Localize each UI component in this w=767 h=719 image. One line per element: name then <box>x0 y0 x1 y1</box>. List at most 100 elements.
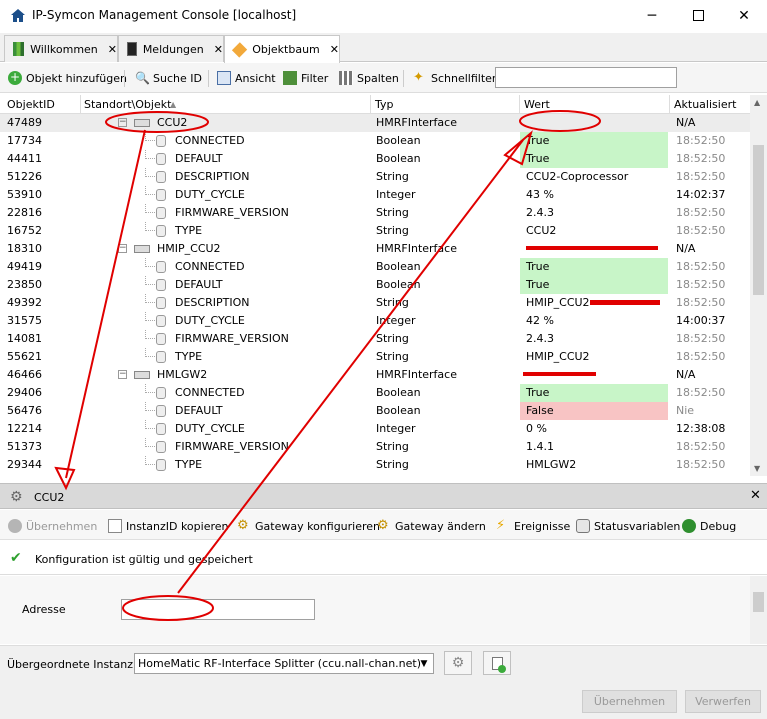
add-object-button[interactable]: + Objekt hinzufügen <box>8 69 127 87</box>
table-row[interactable]: 14081 FIRMWARE_VERSION String 2.4.3 18:52:50 <box>0 330 750 348</box>
variable-icon <box>156 279 166 291</box>
object-id: 44411 <box>7 152 42 165</box>
config-scrollbar[interactable] <box>750 576 767 644</box>
object-value: True <box>526 278 550 291</box>
apply-button[interactable]: Übernehmen <box>582 690 677 713</box>
columns-button[interactable]: Spalten <box>339 69 399 87</box>
table-row[interactable]: 56476 DEFAULT Boolean False Nie <box>0 402 750 420</box>
object-name: DEFAULT <box>175 152 223 165</box>
expand-toggle-icon[interactable]: − <box>118 370 127 379</box>
scroll-thumb[interactable] <box>753 145 764 295</box>
object-type: String <box>376 332 409 345</box>
tab-objektbaum[interactable]: Objektbaum ✕ <box>224 35 340 63</box>
close-tab-icon[interactable]: ✕ <box>108 43 117 56</box>
object-id: 49419 <box>7 260 42 273</box>
column-header-type[interactable]: Typ <box>375 98 394 111</box>
object-updated: 18:52:50 <box>676 260 726 273</box>
close-panel-icon[interactable]: ✕ <box>750 488 761 503</box>
object-name: FIRMWARE_VERSION <box>175 332 289 345</box>
column-header-value[interactable]: Wert <box>524 98 550 111</box>
maximize-button[interactable] <box>675 0 721 31</box>
object-id: 31575 <box>7 314 42 327</box>
events-button[interactable]: ⚡ Ereignisse <box>496 518 570 534</box>
table-row[interactable]: 44411 DEFAULT Boolean True 18:52:50 <box>0 150 750 168</box>
parent-instance-label: Übergeordnete Instanz: <box>7 658 137 671</box>
object-name: DEFAULT <box>175 278 223 291</box>
table-row[interactable]: 31575 DUTY_CYCLE Integer 42 % 14:00:37 <box>0 312 750 330</box>
grid-scrollbar[interactable]: ▲ ▼ <box>750 95 767 476</box>
table-row[interactable]: 16752 TYPE String CCU2 18:52:50 <box>0 222 750 240</box>
scroll-thumb[interactable] <box>753 592 764 612</box>
object-type: String <box>376 350 409 363</box>
configure-parent-button[interactable]: ⚙ <box>444 651 472 675</box>
copy-icon <box>108 519 122 533</box>
table-row[interactable]: 29344 TYPE String HMLGW2 18:52:50 <box>0 456 750 474</box>
object-type: HMRFInterface <box>376 242 457 255</box>
table-row[interactable]: 51226 DESCRIPTION String CCU2-Coprocessor 18… <box>0 168 750 186</box>
column-header-id[interactable]: ObjektID <box>7 98 55 111</box>
minimize-button[interactable]: ─ <box>629 0 675 31</box>
expand-toggle-icon[interactable]: − <box>118 244 127 253</box>
discard-button[interactable]: Verwerfen <box>685 690 761 713</box>
object-type: Boolean <box>376 134 421 147</box>
object-value: 42 % <box>526 314 554 327</box>
address-input[interactable] <box>121 599 315 620</box>
apply-action-button[interactable]: Übernehmen <box>8 518 97 534</box>
table-row[interactable]: 51373 FIRMWARE_VERSION String 1.4.1 18:52:50 <box>0 438 750 456</box>
table-row[interactable]: − 47489 CCU2 HMRFInterface N/A <box>0 114 750 132</box>
tree-connector <box>145 438 155 447</box>
variable-icon <box>156 351 166 363</box>
table-row[interactable]: 23850 DEFAULT Boolean True 18:52:50 <box>0 276 750 294</box>
status-variables-button[interactable]: Statusvariablen <box>576 518 680 534</box>
table-row[interactable]: − 46466 HMLGW2 HMRFInterface N/A <box>0 366 750 384</box>
close-window-button[interactable]: ✕ <box>721 0 767 31</box>
table-row[interactable]: 17734 CONNECTED Boolean True 18:52:50 <box>0 132 750 150</box>
object-name: TYPE <box>175 458 203 471</box>
new-parent-button[interactable] <box>483 651 511 675</box>
filter-icon <box>283 71 297 85</box>
table-row[interactable]: 22816 FIRMWARE_VERSION String 2.4.3 18:52:50 <box>0 204 750 222</box>
quick-filter-input[interactable] <box>495 67 677 88</box>
object-updated: 14:02:37 <box>676 188 726 201</box>
table-row[interactable]: 53910 DUTY_CYCLE Integer 43 % 14:02:37 <box>0 186 750 204</box>
table-row[interactable]: 55621 TYPE String HMIP_CCU2 18:52:50 <box>0 348 750 366</box>
close-tab-icon[interactable]: ✕ <box>330 43 339 56</box>
debug-button[interactable]: Debug <box>682 518 736 534</box>
table-row[interactable]: − 18310 HMIP_CCU2 HMRFInterface N/A <box>0 240 750 258</box>
object-value: True <box>526 260 550 273</box>
object-id: 17734 <box>7 134 42 147</box>
tab-meldungen[interactable]: Meldungen ✕ <box>118 35 224 62</box>
table-row[interactable]: 12214 DUTY_CYCLE Integer 0 % 12:38:08 <box>0 420 750 438</box>
object-value: 43 % <box>526 188 554 201</box>
search-icon: 🔍 <box>135 71 150 85</box>
variable-icon <box>156 153 166 165</box>
parent-instance-select[interactable]: HomeMatic RF-Interface Splitter (ccu.nal… <box>134 653 434 674</box>
column-header-object[interactable]: Standort\Objekt <box>84 98 171 111</box>
change-gateway-button[interactable]: ⚙ Gateway ändern <box>377 518 486 534</box>
instance-title: CCU2 <box>34 491 65 504</box>
close-tab-icon[interactable]: ✕ <box>214 43 223 56</box>
object-name: HMLGW2 <box>157 368 208 381</box>
tree-connector <box>145 330 155 339</box>
column-header-updated[interactable]: Aktualisiert <box>674 98 736 111</box>
copy-instance-id-button[interactable]: InstanzID kopieren <box>108 518 229 534</box>
expand-toggle-icon[interactable]: − <box>118 118 127 127</box>
table-row[interactable]: 49419 CONNECTED Boolean True 18:52:50 <box>0 258 750 276</box>
table-row[interactable]: 29406 CONNECTED Boolean True 18:52:50 <box>0 384 750 402</box>
tab-willkommen[interactable]: Willkommen ✕ <box>4 35 118 62</box>
variable-icon <box>156 189 166 201</box>
object-id: 51373 <box>7 440 42 453</box>
object-type: Integer <box>376 422 416 435</box>
tree-connector <box>145 132 155 141</box>
view-button[interactable]: Ansicht <box>217 69 276 87</box>
scroll-down-icon[interactable]: ▼ <box>754 464 760 473</box>
search-id-button[interactable]: 🔍 Suche ID <box>135 69 202 87</box>
scroll-up-icon[interactable]: ▲ <box>754 98 760 107</box>
filter-button[interactable]: Filter <box>283 69 328 87</box>
title-bar: IP-Symcon Management Console [localhost]… <box>0 0 767 31</box>
quick-filter-button[interactable]: ✦ Schnellfilter <box>413 69 496 87</box>
object-type: String <box>376 206 409 219</box>
table-row[interactable]: 49392 DESCRIPTION String HMIP_CCU2 18:52:50 <box>0 294 750 312</box>
object-name: HMIP_CCU2 <box>157 242 221 255</box>
configure-gateway-button[interactable]: ⚙ Gateway konfigurieren <box>237 518 380 534</box>
